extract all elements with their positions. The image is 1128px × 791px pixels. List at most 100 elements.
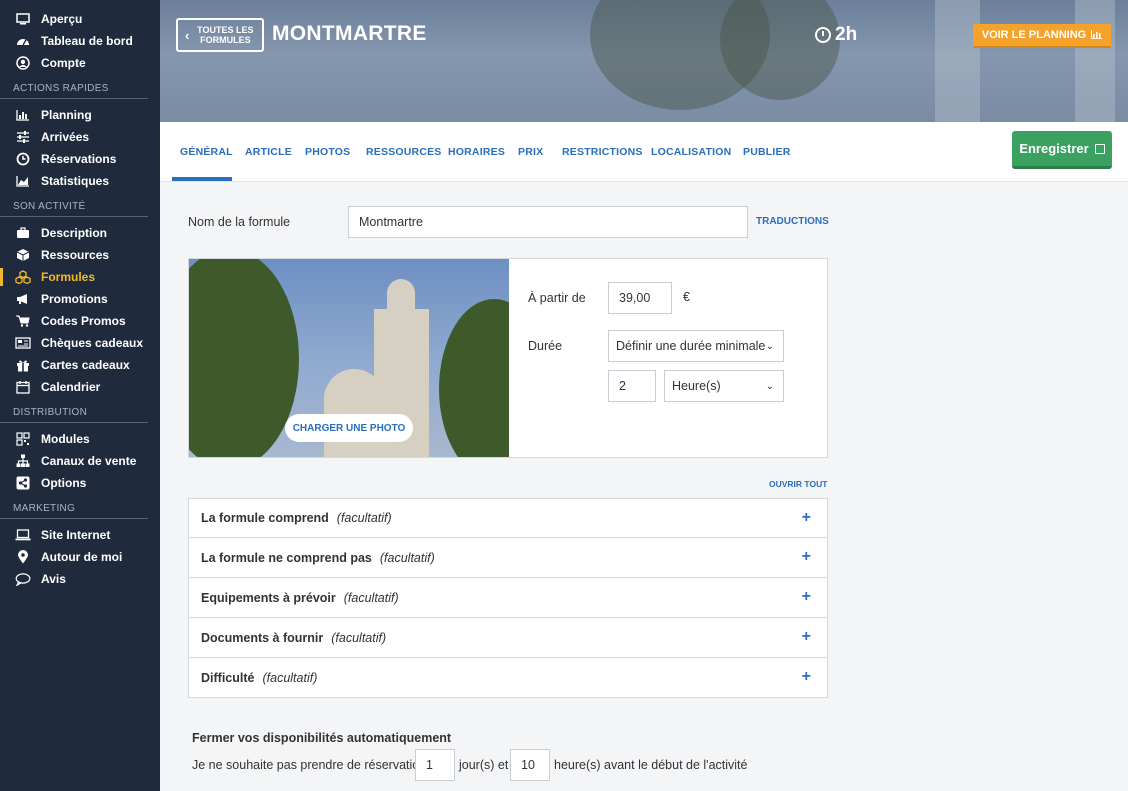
chevron-down-icon: ⌄	[765, 380, 774, 392]
sidebar-item-arrivees[interactable]: Arrivées	[0, 126, 160, 148]
accordion-item-excludes[interactable]: La formule ne comprend pas (facultatif) …	[188, 538, 828, 578]
plus-icon[interactable]: +	[802, 548, 811, 566]
accordion-title: Equipements à prévoir	[201, 590, 336, 605]
availability-text-before: Je ne souhaite pas prendre de réservatio…	[192, 758, 427, 772]
map-marker-icon	[14, 550, 32, 564]
accordion-title: Difficulté	[201, 670, 255, 685]
formula-photo: CHARGER UNE PHOTO	[189, 259, 509, 457]
translations-link[interactable]: TRADUCTIONS	[756, 216, 829, 227]
sidebar-item-canaux-de-vente[interactable]: Canaux de vente	[0, 450, 160, 472]
sidebar-item-label: Site Internet	[41, 528, 111, 542]
user-icon	[14, 56, 32, 70]
sidebar-item-tableau-de-bord[interactable]: Tableau de bord	[0, 30, 160, 52]
sidebar-item-statistiques[interactable]: Statistiques	[0, 170, 160, 192]
accordion-item-documents[interactable]: Documents à fournir (facultatif) +	[188, 618, 828, 658]
tab-prix[interactable]: PRIX	[518, 146, 543, 158]
duration-unit-select[interactable]: Heure(s) ⌄	[664, 370, 784, 402]
tab-horaires[interactable]: HORAIRES	[448, 146, 505, 158]
tab-restrictions[interactable]: RESTRICTIONS	[562, 146, 643, 158]
sidebar-item-reservations[interactable]: Réservations	[0, 148, 160, 170]
duration-unit-value: Heure(s)	[672, 379, 721, 393]
duration-value-input[interactable]: 2	[608, 370, 656, 402]
speech-bubble-icon	[14, 572, 32, 586]
sidebar-item-formules[interactable]: Formules	[0, 266, 160, 288]
sidebar-item-label: Arrivées	[41, 130, 90, 144]
cubes-icon	[14, 270, 32, 284]
sidebar-item-compte[interactable]: Compte	[0, 52, 160, 74]
sidebar-item-label: Compte	[41, 56, 86, 70]
plus-icon[interactable]: +	[802, 628, 811, 646]
briefcase-icon	[14, 226, 32, 240]
sidebar-item-site-internet[interactable]: Site Internet	[0, 524, 160, 546]
save-button[interactable]: Enregistrer	[1012, 131, 1112, 169]
plus-icon[interactable]: +	[802, 509, 811, 527]
sidebar-item-label: Réservations	[41, 152, 117, 166]
sidebar-item-description[interactable]: Description	[0, 222, 160, 244]
sidebar-item-label: Calendrier	[41, 380, 101, 394]
tab-general[interactable]: GÉNÉRAL	[180, 146, 233, 158]
sidebar-item-cheques-cadeaux[interactable]: Chèques cadeaux	[0, 332, 160, 354]
sidebar-item-cartes-cadeaux[interactable]: Cartes cadeaux	[0, 354, 160, 376]
tab-ressources[interactable]: RESSOURCES	[366, 146, 442, 158]
sidebar-item-ressources[interactable]: Ressources	[0, 244, 160, 266]
plus-icon[interactable]: +	[802, 668, 811, 686]
accordion-title: La formule comprend	[201, 511, 329, 525]
tab-localisation[interactable]: LOCALISATION	[651, 146, 731, 158]
tab-article[interactable]: ARTICLE	[245, 146, 292, 158]
back-to-formulas-button[interactable]: ‹ TOUTES LES FORMULES	[176, 18, 264, 52]
sidebar-item-apercu[interactable]: Aperçu	[0, 8, 160, 30]
sidebar-item-label: Aperçu	[41, 12, 83, 26]
price-input[interactable]: 39,00	[608, 282, 672, 314]
sidebar-section-title: ACTIONS RAPIDES	[0, 83, 148, 99]
tab-bar: GÉNÉRAL ARTICLE PHOTOS RESSOURCES HORAIR…	[160, 122, 1128, 182]
bar-chart-icon	[1091, 29, 1103, 41]
header-background-tower	[1075, 0, 1115, 122]
sidebar-section-title: DISTRIBUTION	[0, 407, 148, 423]
tab-publier[interactable]: PUBLIER	[743, 146, 791, 158]
upload-photo-button[interactable]: CHARGER UNE PHOTO	[285, 414, 413, 442]
photo-tower-dome	[387, 279, 415, 319]
sidebar-item-autour-de-moi[interactable]: Autour de moi	[0, 546, 160, 568]
plus-icon[interactable]: +	[802, 588, 811, 606]
accordion-item-includes[interactable]: La formule comprend (facultatif) +	[188, 498, 828, 538]
tab-photos[interactable]: PHOTOS	[305, 146, 350, 158]
duration-mode-select[interactable]: Définir une durée minimale ⌄	[608, 330, 784, 362]
sidebar-item-codes-promos[interactable]: Codes Promos	[0, 310, 160, 332]
accordion-optional-note: (facultatif)	[336, 511, 392, 525]
gift-icon	[14, 358, 32, 372]
sidebar-section-title: MARKETING	[0, 503, 148, 519]
accordion-optional-note: (facultatif)	[379, 550, 435, 565]
formula-summary-card: CHARGER UNE PHOTO À partir de 39,00 € Du…	[188, 258, 828, 458]
sidebar-item-label: Description	[41, 226, 108, 240]
availability-section-title: Fermer vos disponibilités automatiquemen…	[192, 731, 452, 745]
view-planning-label: VOIR LE PLANNING	[981, 29, 1087, 41]
accordion-optional-note: (facultatif)	[343, 590, 399, 605]
duration-value: 2h	[835, 24, 858, 45]
cube-icon	[14, 248, 32, 262]
sidebar-item-promotions[interactable]: Promotions	[0, 288, 160, 310]
sidebar-item-label: Modules	[41, 432, 90, 446]
sidebar-item-label: Codes Promos	[41, 314, 126, 328]
availability-days-input[interactable]: 1	[415, 749, 455, 781]
availability-hours-input[interactable]: 10	[510, 749, 550, 781]
accordion-item-equipment[interactable]: Equipements à prévoir (facultatif) +	[188, 578, 828, 618]
sidebar-item-calendrier[interactable]: Calendrier	[0, 376, 160, 398]
accordion-item-difficulty[interactable]: Difficulté (facultatif) +	[188, 658, 828, 698]
sidebar-item-planning[interactable]: Planning	[0, 104, 160, 126]
formula-name-input[interactable]: Montmartre	[348, 206, 748, 238]
currency-symbol: €	[683, 290, 690, 304]
back-button-label: TOUTES LES FORMULES	[197, 25, 254, 45]
sidebar-item-label: Cartes cadeaux	[41, 358, 130, 372]
floppy-disk-icon	[1094, 143, 1105, 154]
sidebar-item-options[interactable]: Options	[0, 472, 160, 494]
monitor-icon	[14, 12, 32, 26]
cart-icon	[14, 314, 32, 328]
accordion-title: Documents à fournir	[201, 630, 324, 645]
open-all-link[interactable]: OUVRIR TOUT	[769, 479, 827, 489]
sidebar-item-modules[interactable]: Modules	[0, 428, 160, 450]
save-button-label: Enregistrer	[1019, 141, 1089, 156]
clock-icon	[14, 152, 32, 166]
view-planning-button[interactable]: VOIR LE PLANNING	[973, 24, 1111, 48]
bar-chart-icon	[14, 108, 32, 122]
sidebar-item-avis[interactable]: Avis	[0, 568, 160, 590]
